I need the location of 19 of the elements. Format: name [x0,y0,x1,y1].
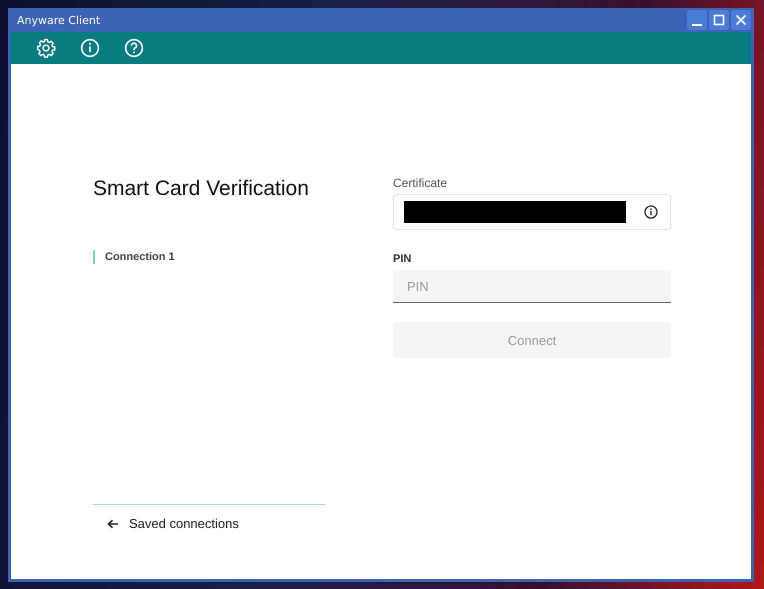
info-button[interactable] [80,38,100,58]
maximize-button[interactable] [709,10,729,30]
info-icon[interactable] [644,205,658,219]
help-button[interactable] [124,38,144,58]
page-heading: Smart Card Verification [93,176,310,202]
window-title: Anyware Client [16,14,100,26]
minimize-icon [692,24,702,26]
pin-label: PIN [393,252,412,266]
settings-button[interactable] [36,38,56,58]
certificate-label: Certificate [393,176,448,190]
close-icon [735,14,747,26]
connection-label: Connection 1 [93,250,325,264]
pin-field[interactable]: PIN [393,270,671,303]
certificate-field[interactable] [393,194,671,230]
left-arrow-icon [107,518,119,528]
close-button[interactable] [731,10,751,30]
minimize-button[interactable] [687,10,707,30]
maximize-icon [713,14,725,26]
saved-connections-link[interactable]: Saved connections [93,504,325,531]
